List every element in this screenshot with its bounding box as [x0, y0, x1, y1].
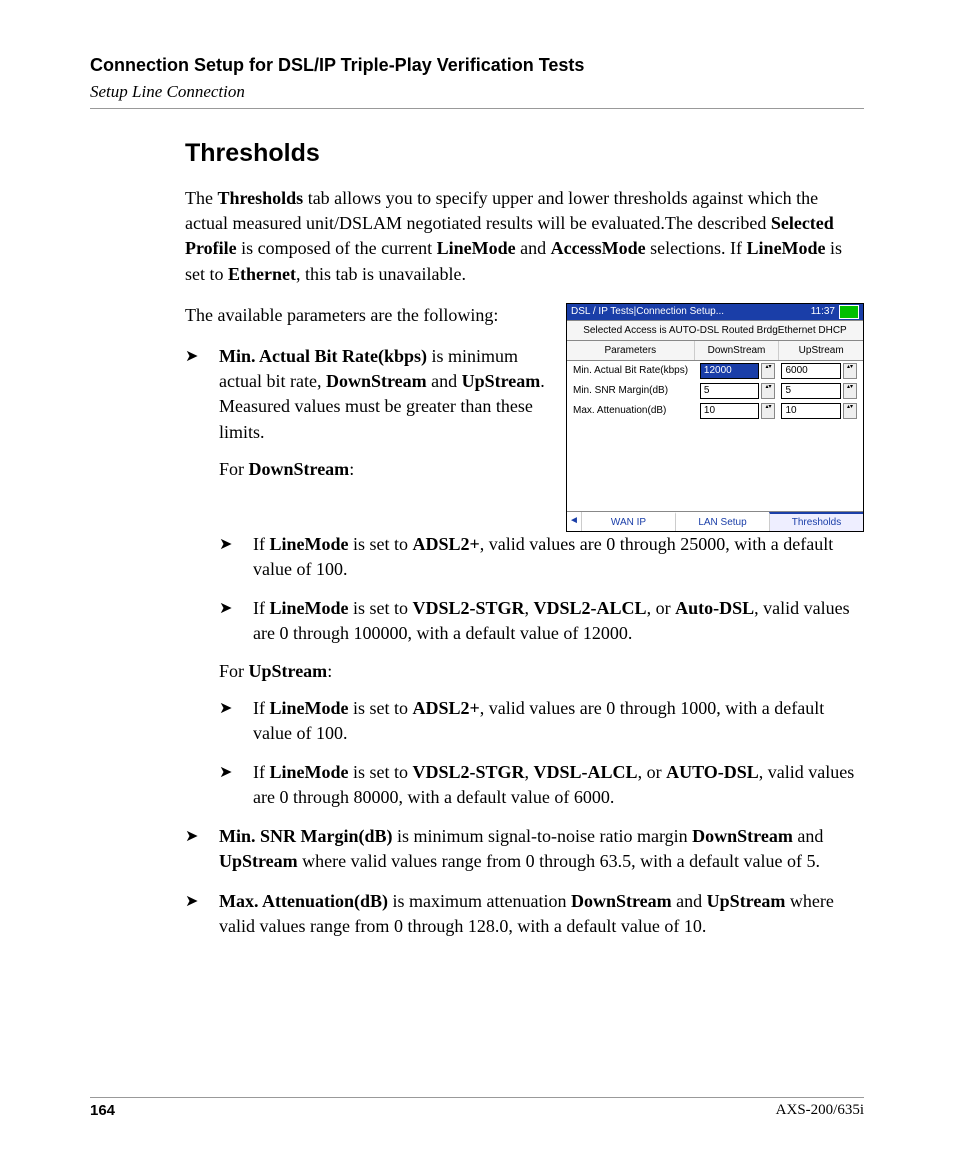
header-rule: [90, 108, 864, 109]
device-clock: 11:37: [811, 306, 835, 317]
battery-icon: [839, 305, 859, 319]
bullet-ds-vdsl: If LineMode is set to VDSL2-STGR, VDSL2-…: [219, 596, 864, 646]
bullet-us-adsl2: If LineMode is set to ADSL2+, valid valu…: [219, 696, 864, 746]
device-title: DSL / IP Tests|Connection Setup...: [571, 306, 811, 317]
spinner-icon[interactable]: ▴▾: [843, 363, 857, 379]
intro-paragraph-2: The available parameters are the followi…: [185, 303, 546, 328]
atten-down-input[interactable]: 10: [700, 403, 760, 419]
bullet-us-vdsl: If LineMode is set to VDSL2-STGR, VDSL-A…: [219, 760, 864, 810]
device-tabs: ◄ WAN IP LAN Setup Thresholds: [567, 511, 863, 531]
for-upstream-label: For UpStream:: [219, 661, 864, 682]
device-row-atten: Max. Attenuation(dB) 10▴▾ 10▴▾: [567, 401, 863, 421]
tab-thresholds[interactable]: Thresholds: [769, 512, 863, 531]
page-header-title: Connection Setup for DSL/IP Triple-Play …: [90, 55, 864, 76]
snr-up-input[interactable]: 5: [781, 383, 841, 399]
device-screenshot: DSL / IP Tests|Connection Setup... 11:37…: [566, 303, 864, 532]
spinner-icon[interactable]: ▴▾: [761, 383, 775, 399]
page-number: 164: [90, 1102, 115, 1119]
tab-lan-setup[interactable]: LAN Setup: [675, 512, 769, 531]
spinner-icon[interactable]: ▴▾: [843, 383, 857, 399]
atten-up-input[interactable]: 10: [781, 403, 841, 419]
spinner-icon[interactable]: ▴▾: [761, 363, 775, 379]
device-column-headers: Parameters DownStream UpStream: [567, 341, 863, 361]
page-footer: 164 AXS-200/635i: [90, 1089, 864, 1119]
bitrate-down-input[interactable]: 12000: [700, 363, 760, 379]
page-header-subtitle: Setup Line Connection: [90, 82, 864, 102]
col-upstream: UpStream: [778, 341, 863, 360]
section-title: Thresholds: [185, 139, 864, 168]
bullet-ds-adsl2: If LineMode is set to ADSL2+, valid valu…: [219, 532, 864, 582]
for-downstream-label: For DownStream:: [219, 459, 546, 480]
bullet-min-snr: Min. SNR Margin(dB) is minimum signal-to…: [185, 824, 864, 874]
bitrate-up-input[interactable]: 6000: [781, 363, 841, 379]
spinner-icon[interactable]: ▴▾: [843, 403, 857, 419]
bullet-max-atten: Max. Attenuation(dB) is maximum attenuat…: [185, 889, 864, 939]
intro-paragraph-1: The Thresholds tab allows you to specify…: [185, 186, 864, 287]
snr-down-input[interactable]: 5: [700, 383, 760, 399]
bullet-min-bitrate: Min. Actual Bit Rate(kbps) is minimum ac…: [185, 344, 546, 445]
device-row-bitrate: Min. Actual Bit Rate(kbps) 12000▴▾ 6000▴…: [567, 361, 863, 381]
tab-nav-left[interactable]: ◄: [567, 512, 582, 531]
device-selected-access: Selected Access is AUTO-DSL Routed BrdgE…: [567, 320, 863, 341]
col-downstream: DownStream: [694, 341, 779, 360]
device-row-snr: Min. SNR Margin(dB) 5▴▾ 5▴▾: [567, 381, 863, 401]
tab-wan-ip[interactable]: WAN IP: [582, 512, 675, 531]
col-parameters: Parameters: [567, 341, 694, 360]
doc-id: AXS-200/635i: [776, 1102, 864, 1119]
spinner-icon[interactable]: ▴▾: [761, 403, 775, 419]
device-titlebar: DSL / IP Tests|Connection Setup... 11:37: [567, 304, 863, 320]
